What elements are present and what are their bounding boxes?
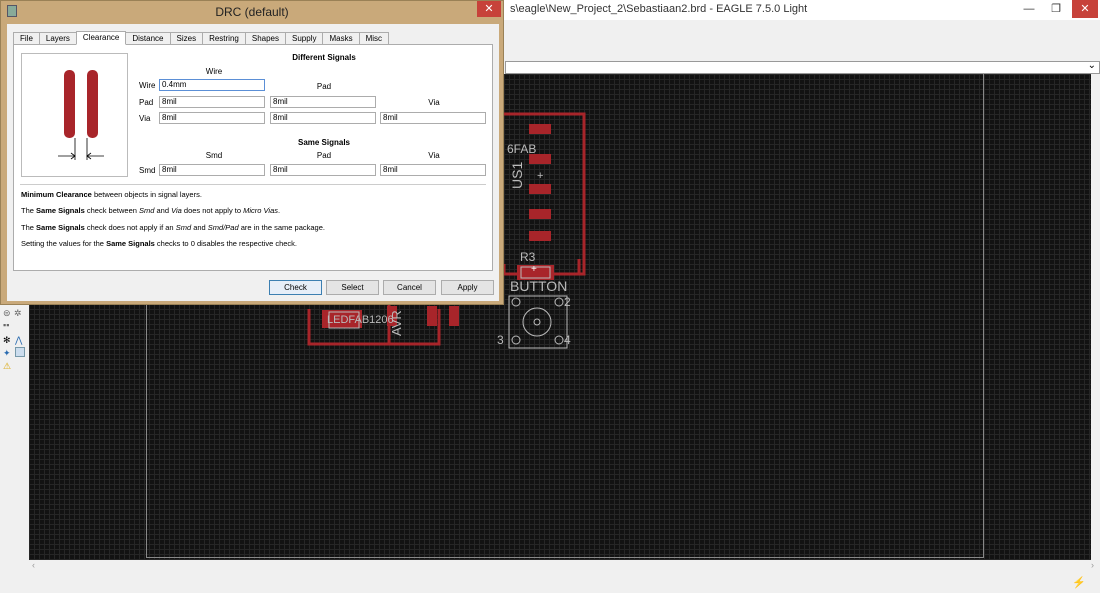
- clearance-panel: Different Signals Wire Pad Via Wire 0.4m…: [13, 44, 493, 271]
- clearance-illustration: [21, 53, 128, 177]
- select-button[interactable]: Select: [326, 280, 379, 295]
- same-col-smd: Smd: [205, 151, 223, 160]
- window-title: s\eagle\New_Project_2\Sebastiaan2.brd - …: [510, 3, 808, 15]
- separator-icon: ▪▪: [3, 320, 10, 330]
- drc-icon[interactable]: [15, 347, 25, 357]
- tab-clearance[interactable]: Clearance: [75, 31, 127, 45]
- scroll-right-icon[interactable]: ›: [1091, 560, 1094, 570]
- toolbar-area: [505, 20, 1100, 60]
- drc-dialog: DRC (default) ✕ File Layers Clearance Dista…: [0, 0, 504, 305]
- smd-pad-field[interactable]: 8mil: [270, 164, 376, 176]
- settings-tool-icon[interactable]: ✲: [14, 308, 22, 318]
- us1-label: US1: [509, 161, 525, 189]
- pad-wire-field[interactable]: 8mil: [159, 96, 265, 108]
- pin-2-label: 2: [564, 295, 571, 309]
- via-pad-field[interactable]: 8mil: [270, 112, 376, 124]
- row-label-smd: Smd: [139, 166, 156, 175]
- note-minimum-clearance: Minimum Clearance between objects in sig…: [21, 190, 202, 199]
- via-via-field[interactable]: 8mil: [380, 112, 486, 124]
- fab-label: 6FAB: [507, 142, 537, 156]
- autorouter-icon[interactable]: ⋀: [15, 335, 22, 345]
- dialog-close-button[interactable]: ✕: [477, 1, 501, 17]
- notes-separator: [20, 184, 486, 185]
- check-button[interactable]: Check: [269, 280, 322, 295]
- ledfab-label: LEDFAB1206: [327, 314, 394, 326]
- maximize-button[interactable]: ❐: [1043, 0, 1069, 18]
- ratsnest-icon[interactable]: ✻: [3, 335, 11, 345]
- apply-button[interactable]: Apply: [441, 280, 494, 295]
- dimension-arrows: [58, 138, 104, 160]
- dialog-titlebar[interactable]: DRC (default) ✕: [1, 1, 503, 23]
- pin-4-label: 4: [564, 333, 571, 347]
- avr-label: AVR: [389, 310, 404, 336]
- same-col-pad: Pad: [316, 151, 332, 160]
- minimize-button[interactable]: —: [1016, 0, 1042, 18]
- close-window-button[interactable]: ✕: [1072, 0, 1098, 18]
- row-label-pad: Pad: [139, 98, 154, 107]
- diff-col-pad: Pad: [316, 82, 332, 91]
- dialog-body: File Layers Clearance Distance Sizes Restring…: [7, 24, 499, 301]
- via-wire-field[interactable]: 8mil: [159, 112, 265, 124]
- same-col-via: Via: [428, 151, 440, 160]
- note-disable-check: Setting the values for the Same Signals …: [21, 239, 297, 248]
- r3-label: R3: [520, 250, 536, 264]
- note-same-package: The Same Signals check does not apply if…: [21, 223, 325, 232]
- command-combo[interactable]: ⌄: [505, 60, 1100, 74]
- dialog-title: DRC (default): [215, 5, 289, 19]
- diff-col-via: Via: [428, 98, 440, 107]
- tab-bar: File Layers Clearance Distance Sizes Restring…: [13, 31, 390, 45]
- vertical-scrollbar[interactable]: [1091, 74, 1100, 560]
- left-toolbar: ⊜ ✲ ▪▪ ✻ ⋀ ✦ ⚠: [0, 300, 29, 560]
- smd-smd-field[interactable]: 8mil: [159, 164, 265, 176]
- row-label-via: Via: [139, 114, 151, 123]
- pad-pad-field[interactable]: 8mil: [270, 96, 376, 108]
- wire-wire-field[interactable]: 0.4mm: [159, 79, 265, 91]
- pin-3-label: 3: [497, 333, 504, 347]
- different-signals-header: Different Signals: [292, 53, 356, 62]
- row-label-wire: Wire: [139, 81, 156, 90]
- scroll-left-icon[interactable]: ‹: [32, 560, 35, 570]
- note-micro-vias: The Same Signals check between Smd and V…: [21, 206, 281, 215]
- status-bar: ⚡: [0, 573, 1100, 593]
- plus-label-2: +: [531, 264, 537, 275]
- horizontal-scrollbar[interactable]: ‹ ›: [29, 560, 1100, 573]
- layer-tool-icon[interactable]: ⊜: [3, 308, 11, 318]
- plus-label-1: +: [537, 170, 544, 182]
- bulb-icon[interactable]: ✦: [3, 348, 11, 358]
- status-ok-icon: ⚡: [1072, 577, 1086, 589]
- cancel-button[interactable]: Cancel: [383, 280, 436, 295]
- warning-icon[interactable]: ⚠: [3, 361, 11, 371]
- diff-col-wire: Wire: [205, 67, 223, 76]
- button-label: BUTTON: [510, 278, 568, 294]
- chevron-down-icon[interactable]: ⌄: [1088, 60, 1096, 71]
- same-signals-header: Same Signals: [297, 138, 351, 147]
- smd-via-field[interactable]: 8mil: [380, 164, 486, 176]
